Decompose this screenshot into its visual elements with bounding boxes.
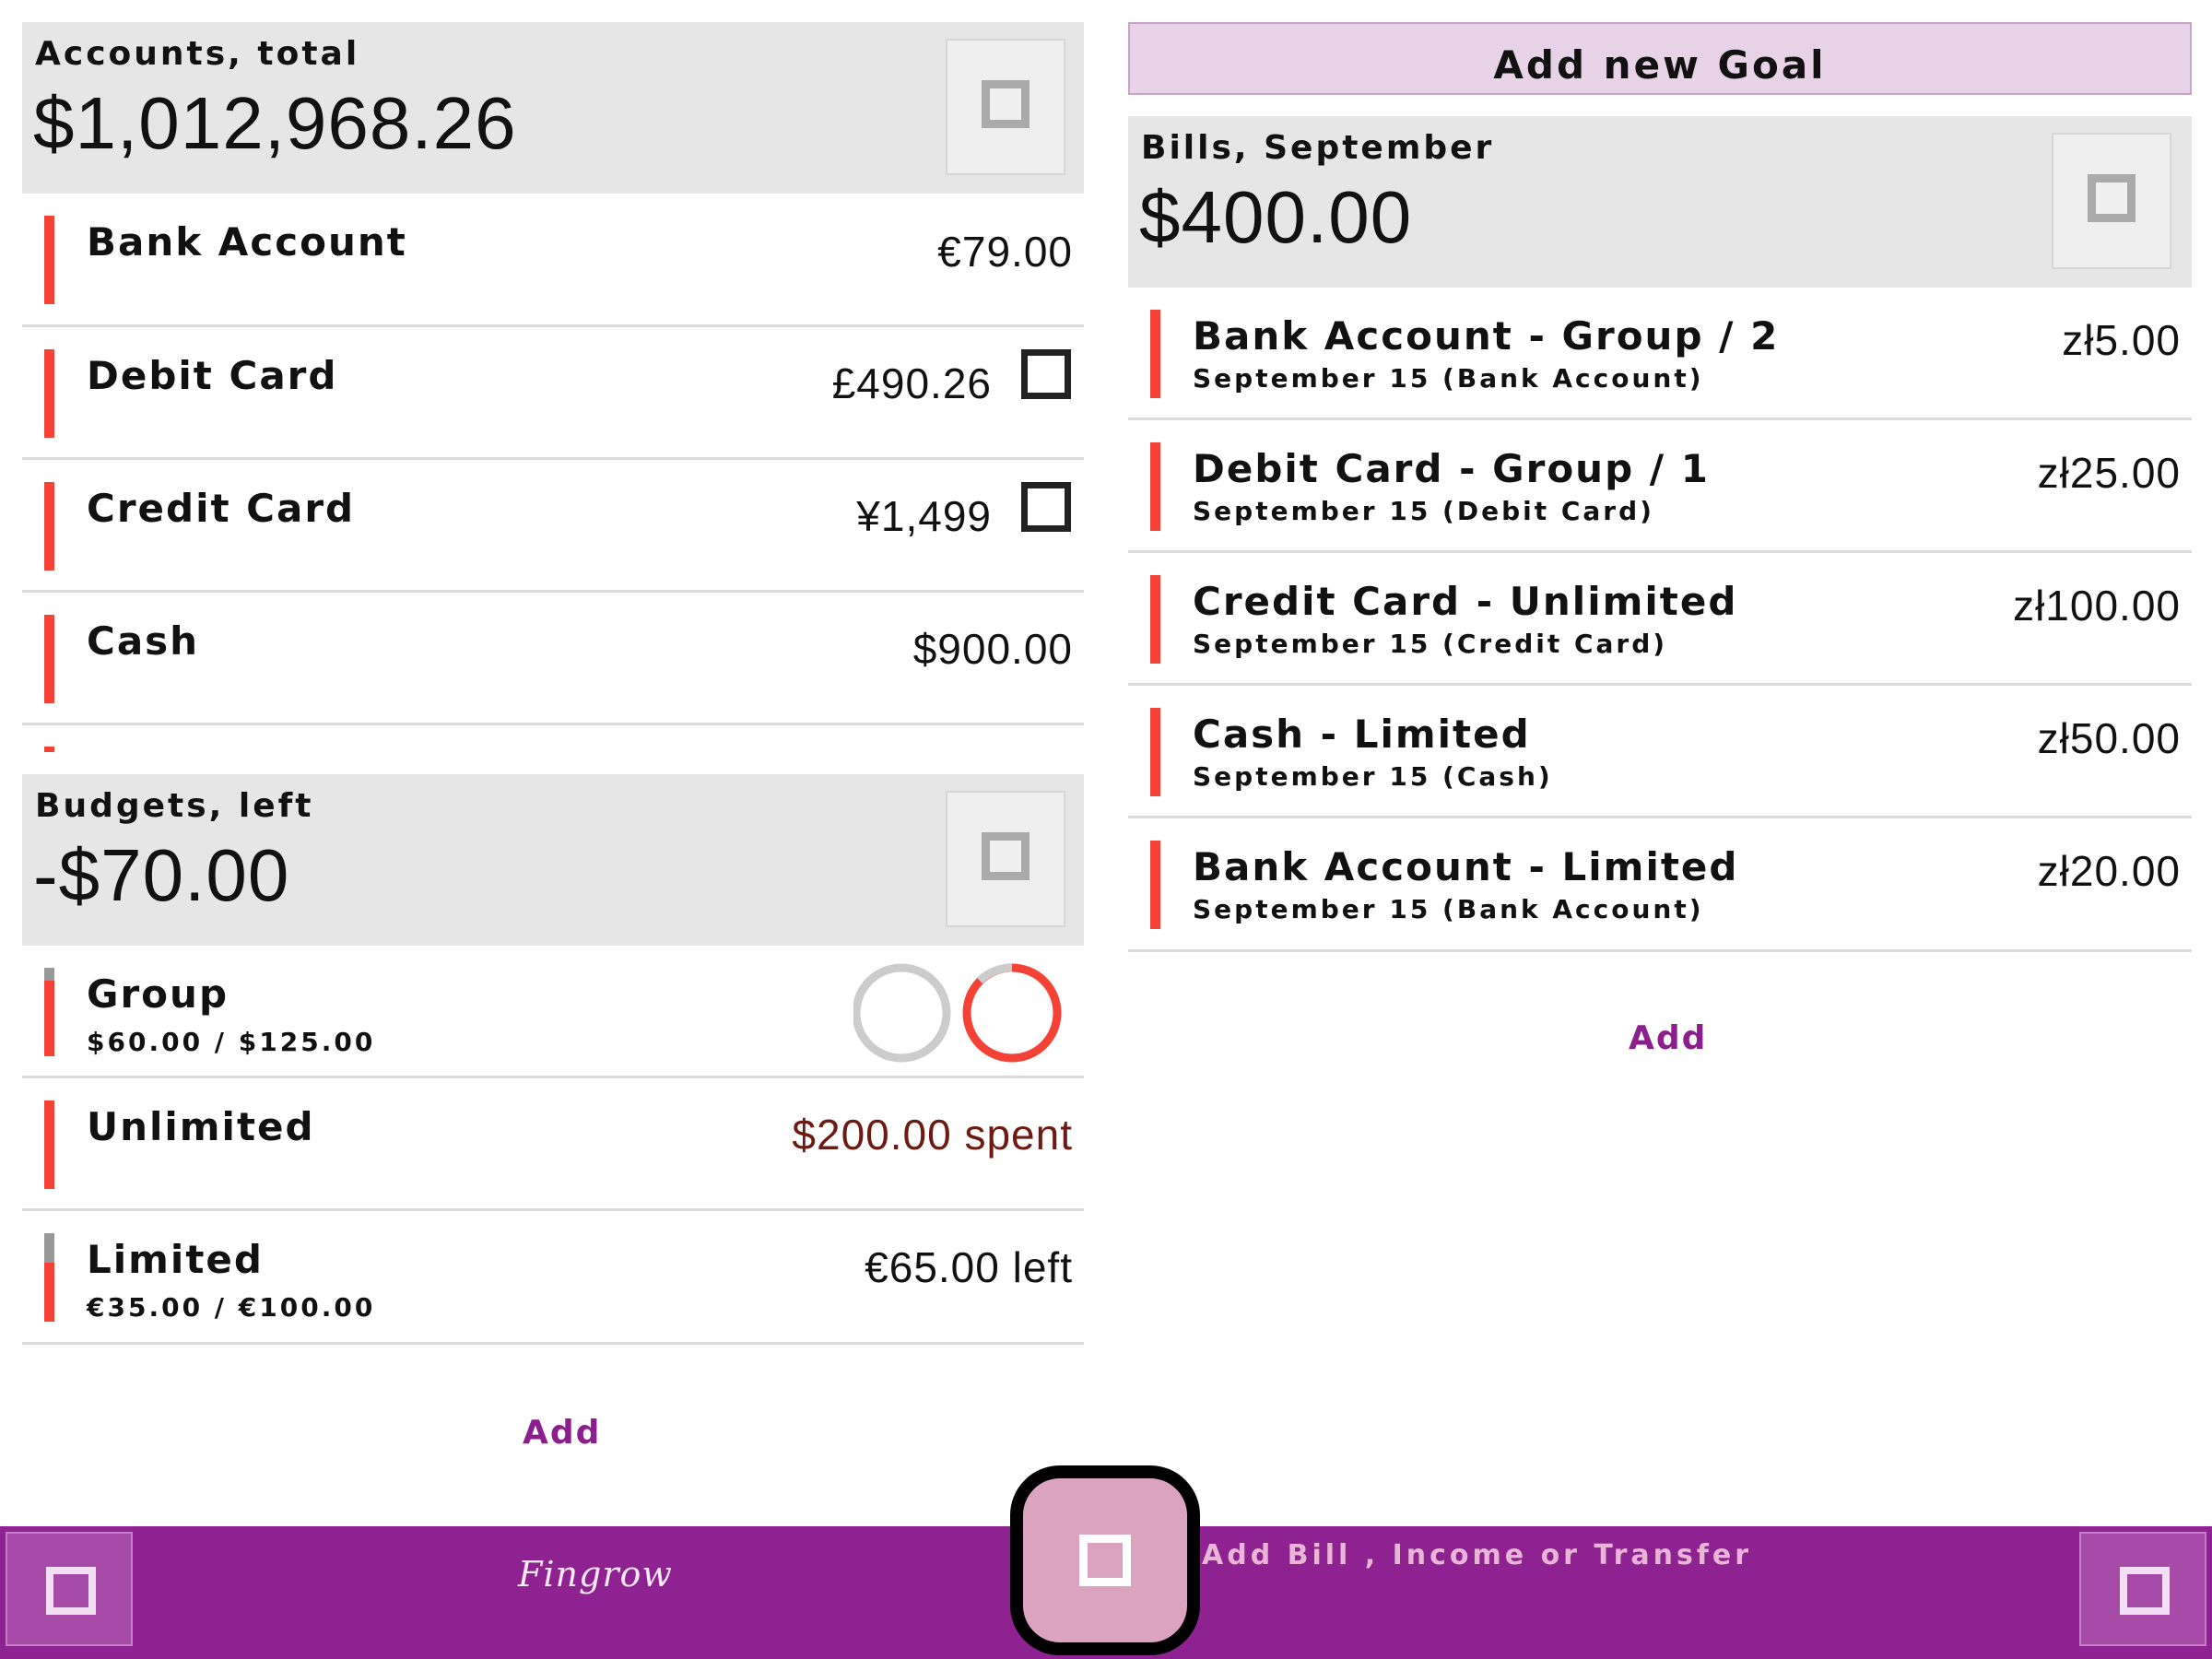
bill-color-indicator [1150, 310, 1160, 398]
budget-row-limited[interactable]: Limited €35.00 / €100.00 €65.00 left [22, 1211, 1084, 1345]
square-icon [2120, 1567, 2170, 1615]
bill-amount: zł25.00 [2037, 449, 2181, 497]
accounts-menu-button[interactable] [946, 39, 1065, 175]
bill-amount: zł50.00 [2037, 714, 2181, 762]
bill-title: Credit Card - Unlimited [1193, 579, 1738, 624]
bill-date-account: September 15 (Cash) [1193, 761, 1553, 792]
account-row-cash[interactable]: Cash $900.00 [22, 593, 1084, 725]
fab-hint-label: Add Bill , Income or Transfer [1202, 1539, 1753, 1571]
account-row-credit-card[interactable]: Credit Card ¥1,499 [22, 460, 1084, 593]
bill-title: Debit Card - Group / 1 [1193, 446, 1710, 491]
account-balance: $900.00 [912, 625, 1073, 673]
account-balance: £490.26 [831, 359, 992, 407]
budget-row-group[interactable]: Group $60.00 / $125.00 [22, 946, 1084, 1078]
bill-color-indicator [1150, 841, 1160, 929]
bills-menu-button[interactable] [2052, 133, 2171, 269]
accounts-summary-card: Accounts, total $1,012,968.26 [22, 22, 1084, 194]
square-icon [982, 80, 1030, 128]
overflow-button[interactable] [2079, 1532, 2206, 1646]
account-name: Cash [87, 618, 200, 664]
budget-left-amount: €65.00 left [865, 1243, 1073, 1291]
bill-date-account: September 15 (Bank Account) [1193, 894, 1704, 924]
add-budget-link[interactable]: Add [523, 1414, 601, 1452]
bill-amount: zł100.00 [2013, 582, 2181, 629]
account-color-indicator [44, 216, 54, 304]
app-logo: Fingrow [518, 1554, 673, 1594]
account-balance: ¥1,499 [856, 492, 992, 540]
account-name: Debit Card [87, 353, 338, 398]
bill-date-account: September 15 (Debit Card) [1193, 496, 1654, 526]
add-transaction-fab[interactable] [1010, 1465, 1200, 1655]
budget-progress-indicator [44, 1100, 54, 1189]
square-icon [2088, 174, 2136, 222]
account-color-indicator [44, 482, 54, 571]
bill-title: Bank Account - Limited [1193, 844, 1739, 889]
bill-row[interactable]: Debit Card - Group / 1 September 15 (Deb… [1128, 420, 2192, 553]
account-color-indicator [44, 615, 54, 703]
square-icon [46, 1567, 96, 1615]
add-bill-link[interactable]: Add [1629, 1019, 1707, 1057]
bill-row[interactable]: Bank Account - Group / 2 September 15 (B… [1128, 288, 2192, 420]
budget-rings [853, 963, 1062, 1063]
bill-amount: zł5.00 [2062, 316, 2181, 364]
budgets-left-value: -$70.00 [33, 834, 290, 916]
account-color-indicator [44, 349, 54, 438]
account-include-checkbox[interactable] [1021, 482, 1071, 532]
account-row-partial-indicator [44, 747, 54, 752]
account-name: Bank Account [87, 219, 407, 265]
account-row-bank-account[interactable]: Bank Account €79.00 [22, 194, 1084, 327]
budget-name: Group [87, 971, 229, 1017]
budget-name: Limited [87, 1237, 264, 1282]
budget-progress-text: €35.00 / €100.00 [87, 1292, 376, 1323]
bills-label: Bills, September [1141, 129, 1495, 167]
account-name: Credit Card [87, 486, 356, 531]
bill-color-indicator [1150, 575, 1160, 664]
budget-row-unlimited[interactable]: Unlimited $200.00 spent [22, 1078, 1084, 1211]
account-include-checkbox[interactable] [1021, 349, 1071, 399]
add-new-goal-button[interactable]: Add new Goal [1128, 22, 2192, 95]
budget-ring-grey [853, 963, 951, 1063]
bill-title: Bank Account - Group / 2 [1193, 313, 1780, 359]
bill-color-indicator [1150, 442, 1160, 531]
bill-date-account: September 15 (Credit Card) [1193, 629, 1668, 659]
budget-progress-indicator [44, 968, 54, 1056]
budgets-summary-card: Budgets, left -$70.00 [22, 774, 1084, 946]
bill-color-indicator [1150, 708, 1160, 796]
bill-row[interactable]: Cash - Limited September 15 (Cash) zł50.… [1128, 686, 2192, 818]
accounts-total-value: $1,012,968.26 [33, 82, 517, 164]
square-icon [1079, 1535, 1131, 1586]
bill-date-account: September 15 (Bank Account) [1193, 363, 1704, 394]
budget-progress-text: $60.00 / $125.00 [87, 1027, 376, 1057]
account-balance: €79.00 [937, 228, 1073, 276]
bill-row[interactable]: Bank Account - Limited September 15 (Ban… [1128, 818, 2192, 952]
budget-name: Unlimited [87, 1104, 315, 1149]
accounts-total-label: Accounts, total [35, 35, 360, 73]
bill-amount: zł20.00 [2037, 847, 2181, 895]
bills-total-value: $400.00 [1139, 176, 1413, 258]
bill-row[interactable]: Credit Card - Unlimited September 15 (Cr… [1128, 553, 2192, 686]
budgets-left-label: Budgets, left [35, 787, 314, 825]
menu-button[interactable] [6, 1532, 133, 1646]
budget-progress-indicator [44, 1233, 54, 1322]
square-icon [982, 832, 1030, 880]
account-row-debit-card[interactable]: Debit Card £490.26 [22, 327, 1084, 460]
budgets-menu-button[interactable] [946, 791, 1065, 927]
budget-ring-gap [976, 963, 1013, 984]
bill-title: Cash - Limited [1193, 712, 1531, 757]
budget-spent-amount: $200.00 spent [792, 1111, 1073, 1159]
bills-summary-card: Bills, September $400.00 [1128, 116, 2192, 288]
